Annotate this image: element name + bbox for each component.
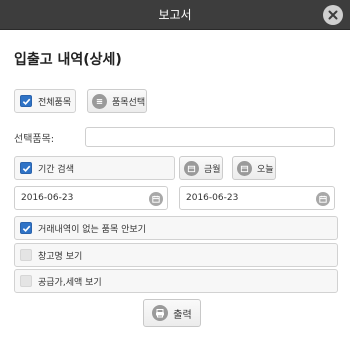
period-search-checkbox[interactable]: 기간 검색 <box>14 156 175 180</box>
close-button[interactable] <box>323 5 343 25</box>
checkbox-unchecked-icon <box>20 275 32 287</box>
all-items-label: 전체품목 <box>38 97 72 108</box>
today-label: 오늘 <box>257 164 274 175</box>
print-button[interactable]: 출력 <box>143 299 201 327</box>
calendar-icon <box>237 160 252 176</box>
date-from-value: 2016-06-23 <box>21 193 74 203</box>
item-select-label: 품목선택 <box>112 97 146 108</box>
this-month-label: 금월 <box>204 164 221 175</box>
selected-item-label: 선택품목: <box>14 134 55 145</box>
show-supply-tax-checkbox[interactable]: 공급가,세액 보기 <box>14 269 338 293</box>
date-from-input[interactable]: 2016-06-23 <box>14 186 168 210</box>
selected-item-field[interactable] <box>85 127 335 147</box>
hide-no-transactions-label: 거래내역이 없는 품목 안보기 <box>38 224 146 235</box>
print-label: 출력 <box>173 309 192 321</box>
date-to-input[interactable]: 2016-06-23 <box>179 186 335 210</box>
show-supply-tax-label: 공급가,세액 보기 <box>38 277 102 288</box>
print-icon <box>152 305 169 321</box>
show-warehouse-label: 창고명 보기 <box>38 251 83 262</box>
calendar-icon <box>184 160 199 176</box>
list-icon <box>92 93 107 109</box>
hide-no-transactions-checkbox[interactable]: 거래내역이 없는 품목 안보기 <box>14 216 338 240</box>
window-title: 보고서 <box>158 8 192 22</box>
checkbox-checked-icon <box>20 95 32 107</box>
close-icon <box>328 10 338 20</box>
calendar-icon[interactable] <box>149 192 163 206</box>
item-select-button[interactable]: 품목선택 <box>87 89 147 113</box>
checkbox-unchecked-icon <box>20 249 32 261</box>
today-button[interactable]: 오늘 <box>232 156 276 180</box>
date-to-value: 2016-06-23 <box>186 193 239 203</box>
title-bar: 보고서 <box>0 0 350 30</box>
period-search-label: 기간 검색 <box>38 164 74 175</box>
this-month-button[interactable]: 금월 <box>179 156 223 180</box>
calendar-icon[interactable] <box>316 192 330 206</box>
report-heading: 입출고 내역(상세) <box>14 52 122 68</box>
show-warehouse-checkbox[interactable]: 창고명 보기 <box>14 243 338 267</box>
checkbox-checked-icon <box>20 222 32 234</box>
all-items-checkbox[interactable]: 전체품목 <box>14 89 76 113</box>
checkbox-checked-icon <box>20 162 32 174</box>
